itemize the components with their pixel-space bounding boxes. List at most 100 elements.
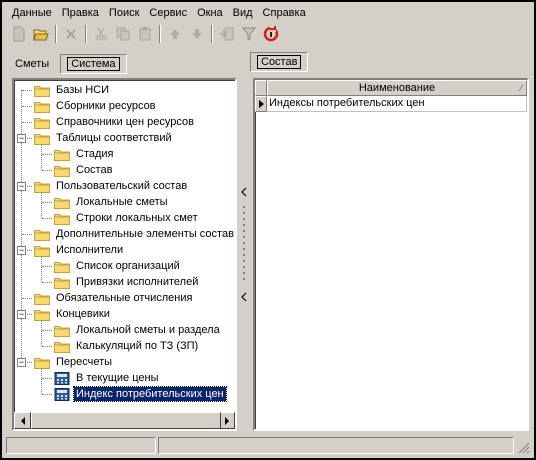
- tree-connector-line: [42, 378, 52, 379]
- tree-connector-line: [22, 106, 32, 107]
- tree-collapse-toggle[interactable]: −: [17, 358, 26, 367]
- tree-item[interactable]: В текущие цены: [54, 370, 161, 386]
- import-icon[interactable]: [216, 24, 238, 44]
- scroll-track[interactable]: [31, 412, 221, 429]
- row-indicator: [255, 96, 267, 112]
- refresh-icon[interactable]: [260, 24, 282, 44]
- arrow-down-icon[interactable]: [186, 24, 208, 44]
- tree-item[interactable]: Базы НСИ: [34, 82, 111, 98]
- menu-service[interactable]: Сервис: [144, 5, 192, 22]
- delete-icon[interactable]: [60, 24, 82, 44]
- triangle-right-icon: [224, 416, 229, 425]
- tree-item[interactable]: Калькуляций по ТЗ (ЗП): [54, 338, 200, 354]
- tree-item[interactable]: Стадия: [54, 146, 116, 162]
- arrow-up-icon[interactable]: [164, 24, 186, 44]
- tab-system[interactable]: Система: [60, 54, 127, 74]
- tab-composition[interactable]: Состав: [250, 52, 309, 72]
- scroll-left-button[interactable]: [14, 412, 31, 429]
- menu-data[interactable]: Данные: [4, 5, 57, 22]
- calculator-icon: [54, 387, 74, 401]
- current-row-icon: [258, 100, 264, 108]
- tree-item[interactable]: Строки локальных смет: [54, 210, 200, 226]
- menu-windows[interactable]: Окна: [192, 5, 228, 22]
- tree-item[interactable]: Справочники цен ресурсов: [34, 114, 196, 130]
- tree-item[interactable]: Пересчеты: [34, 354, 114, 370]
- folder-icon: [54, 340, 74, 353]
- tree-connector-line: [41, 368, 42, 394]
- tree-item[interactable]: Список организаций: [54, 258, 182, 274]
- cut-icon[interactable]: [90, 24, 112, 44]
- tree-view[interactable]: Базы НСИ Сборники ресурсов Справочники цен…: [14, 80, 235, 411]
- tree-item[interactable]: Привязки исполнителей: [54, 274, 200, 290]
- folder-icon: [34, 180, 54, 193]
- menu-search[interactable]: Поиск: [104, 5, 144, 22]
- splitter-grip[interactable]: [241, 187, 247, 302]
- tree-connector-line: [21, 90, 22, 362]
- tab-system-label: Система: [67, 57, 120, 71]
- tree-item[interactable]: Исполнители: [34, 242, 125, 258]
- tab-estimates-label: Сметы: [15, 58, 50, 70]
- size-grip-icon[interactable]: [516, 437, 530, 454]
- status-panel-2: [158, 437, 514, 454]
- tree-item[interactable]: Состав: [54, 162, 114, 178]
- tree-collapse-toggle[interactable]: −: [17, 182, 26, 191]
- new-icon[interactable]: [8, 24, 30, 44]
- tab-composition-label: Состав: [257, 55, 302, 69]
- folder-icon: [54, 276, 74, 289]
- tree-connector-line: [41, 256, 42, 282]
- horizontal-scrollbar[interactable]: [14, 412, 235, 429]
- tree-item[interactable]: Локальной сметы и раздела: [54, 322, 222, 338]
- tree-connector-line: [42, 202, 52, 203]
- tree-item-label: Локальной сметы и раздела: [76, 324, 220, 336]
- grip-dots-icon: [243, 205, 245, 280]
- toolbar: [4, 23, 532, 45]
- folder-icon: [34, 356, 54, 369]
- left-tabs: Сметы Система: [8, 52, 131, 74]
- menu-bar: Данные Правка Поиск Сервис Окна Вид Спра…: [4, 5, 532, 22]
- table-row[interactable]: Индексы потребительских цен: [255, 96, 527, 112]
- folder-icon: [54, 324, 74, 337]
- toolbar-separator: [85, 25, 87, 43]
- tree-item[interactable]: Локальные сметы: [54, 194, 170, 210]
- folder-icon: [34, 228, 54, 241]
- tree-item[interactable]: Таблицы соответствий: [34, 130, 174, 146]
- tree-item-label: Локальные сметы: [76, 196, 168, 208]
- tree-item[interactable]: Обязательные отчисления: [34, 290, 194, 306]
- chevron-left-icon[interactable]: [241, 292, 247, 302]
- tree-item-label: В текущие цены: [76, 372, 159, 384]
- tree-item[interactable]: Сборники ресурсов: [34, 98, 158, 114]
- menu-view[interactable]: Вид: [228, 5, 258, 22]
- tree-item-label: Сборники ресурсов: [56, 100, 156, 112]
- tree-item-label: Обязательные отчисления: [56, 292, 193, 304]
- tree-connector-line: [42, 218, 52, 219]
- tree-connector-line: [42, 266, 52, 267]
- tree-item-label: Базы НСИ: [56, 84, 110, 96]
- chevron-left-icon[interactable]: [241, 187, 247, 197]
- menu-help[interactable]: Справка: [258, 5, 311, 22]
- filter-icon[interactable]: [238, 24, 260, 44]
- tree-item[interactable]: Индекс потребительских цен: [54, 386, 227, 402]
- table-cell[interactable]: Индексы потребительских цен: [267, 96, 527, 112]
- copy-icon[interactable]: [112, 24, 134, 44]
- tab-estimates[interactable]: Сметы: [8, 54, 57, 74]
- status-bar: [6, 437, 530, 454]
- tree-panel: Базы НСИ Сборники ресурсов Справочники цен…: [12, 78, 237, 431]
- sort-icon: ⁄: [520, 83, 522, 93]
- tree-connector-line: [22, 298, 32, 299]
- menu-edit[interactable]: Правка: [57, 5, 104, 22]
- tree-item[interactable]: Пользовательский состав: [34, 178, 189, 194]
- tree-connector-line: [22, 90, 32, 91]
- tree-collapse-toggle[interactable]: −: [17, 134, 26, 143]
- tree-item-label: Справочники цен ресурсов: [56, 116, 194, 128]
- panel-splitter[interactable]: [240, 52, 248, 432]
- scroll-thumb[interactable]: [31, 412, 221, 429]
- tree-collapse-toggle[interactable]: −: [17, 246, 26, 255]
- paste-icon[interactable]: [134, 24, 156, 44]
- tree-collapse-toggle[interactable]: −: [17, 310, 26, 319]
- column-header-name[interactable]: Наименование ⁄: [267, 80, 527, 96]
- tree-item[interactable]: Дополнительные элементы состав: [34, 226, 235, 242]
- folder-icon: [54, 196, 74, 209]
- tree-item[interactable]: Концевики: [34, 306, 112, 322]
- open-icon[interactable]: [30, 24, 52, 44]
- toolbar-separator: [159, 25, 161, 43]
